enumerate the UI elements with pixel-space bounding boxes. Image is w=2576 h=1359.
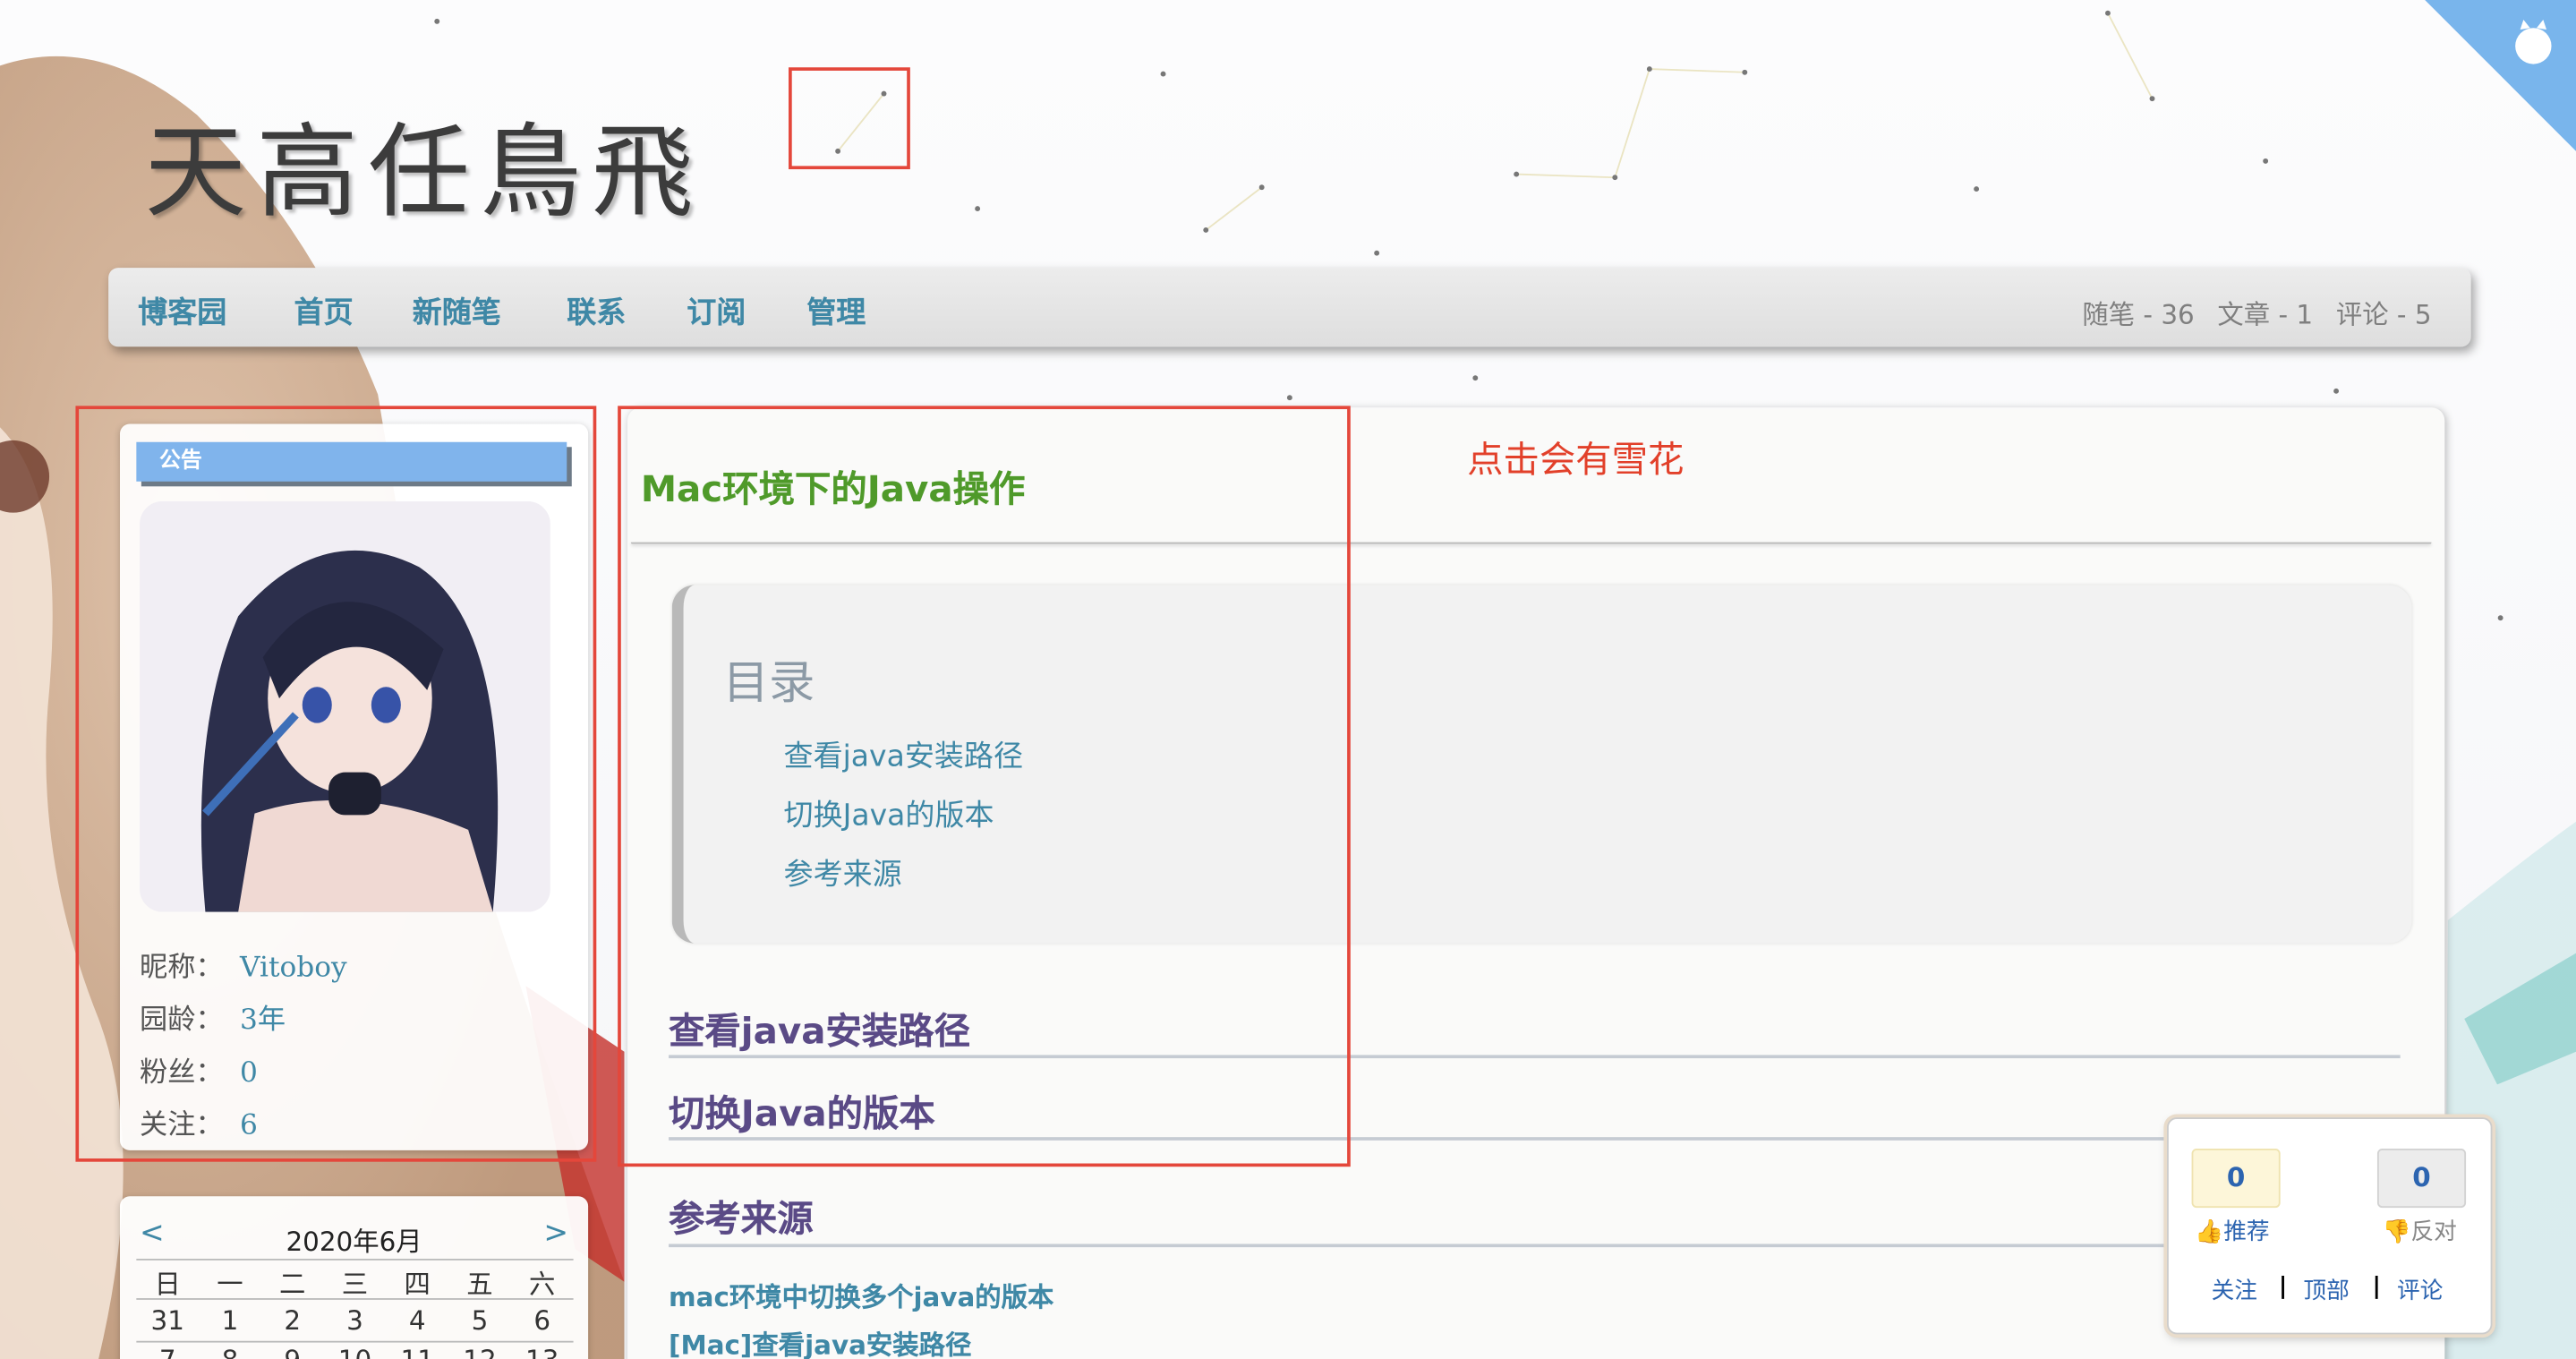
comment-button[interactable]: 评论: [2397, 1274, 2443, 1307]
annotation-text: 点击会有雪花: [1467, 440, 1685, 482]
title-divider: [630, 542, 2432, 544]
profile-following: 关注： 6: [140, 1101, 258, 1142]
calendar-day[interactable]: 1: [199, 1304, 261, 1336]
calendar-day[interactable]: 5: [448, 1304, 511, 1336]
separator: |: [2372, 1273, 2381, 1300]
calendar-divider: [136, 1298, 574, 1300]
profile-label: 园龄：: [140, 1004, 224, 1038]
reference-link[interactable]: [Mac]查看java安装路径: [669, 1323, 971, 1359]
weekday: 一: [217, 1269, 243, 1300]
nav-new-post[interactable]: 新随笔: [413, 289, 501, 332]
calendar-month: 2020年6月: [286, 1226, 422, 1258]
github-corner-icon[interactable]: [2425, 0, 2576, 151]
vote-widget: 0 0 👍推荐 👎反对 关注 | 顶部 | 评论: [2167, 1117, 2493, 1335]
section-divider: [669, 1055, 2401, 1059]
stat-posts: 随笔 - 36: [2082, 299, 2195, 330]
section-divider: [669, 1137, 2401, 1141]
toc-link-switch-version[interactable]: 切换Java的版本: [784, 792, 994, 835]
separator: |: [2278, 1273, 2288, 1300]
calendar-divider: [136, 1340, 574, 1343]
calendar-day[interactable]: 9: [261, 1344, 324, 1359]
calendar-day[interactable]: 31: [136, 1304, 199, 1336]
calendar: < 2020年6月 > 日 一 二 三 四 五 六 31 1 2 3 4 5 6…: [119, 1196, 589, 1359]
nav-subscribe[interactable]: 订阅: [687, 289, 746, 332]
profile-label: 粉丝：: [140, 1056, 224, 1090]
weekday: 六: [529, 1269, 556, 1300]
blog-stats: 随笔 - 36 文章 - 1 评论 - 5: [2082, 293, 2431, 332]
profile-fans: 粉丝： 0: [140, 1048, 258, 1090]
calendar-day[interactable]: 4: [386, 1304, 448, 1336]
back-to-top-button[interactable]: 顶部: [2303, 1274, 2349, 1307]
calendar-weekdays: 日 一 二 三 四 五 六: [136, 1262, 573, 1302]
profile-following-value[interactable]: 6: [240, 1109, 258, 1142]
weekday: 三: [341, 1269, 369, 1300]
section-heading-switch-version: 切换Java的版本: [669, 1094, 935, 1136]
section-heading-references: 参考来源: [669, 1199, 814, 1241]
weekday: 日: [154, 1269, 181, 1300]
profile-label: 关注：: [140, 1108, 224, 1142]
weekday: 五: [466, 1269, 493, 1300]
toc-title: 目录: [722, 655, 815, 710]
section-divider: [669, 1244, 2401, 1248]
downvote-count: 0: [2376, 1149, 2467, 1209]
profile-nickname-value[interactable]: Vitoboy: [240, 952, 347, 985]
profile-fans-value[interactable]: 0: [240, 1056, 258, 1090]
notice-header: 公告: [136, 441, 567, 482]
upvote-button[interactable]: 👍推荐: [2195, 1214, 2269, 1247]
thumbs-up-icon: 👍: [2195, 1218, 2224, 1246]
table-of-contents: 目录 查看java安装路径 切换Java的版本 参考来源: [671, 585, 2412, 944]
thumbs-down-icon: 👎: [2382, 1218, 2411, 1246]
calendar-next-button[interactable]: >: [543, 1216, 568, 1251]
calendar-divider: [136, 1258, 574, 1261]
section-heading-java-path: 查看java安装路径: [669, 1012, 971, 1054]
profile-label: 昵称：: [140, 951, 224, 985]
nav-cnblogs[interactable]: 博客园: [138, 289, 226, 332]
calendar-week: 31 1 2 3 4 5 6: [136, 1304, 573, 1336]
nav-admin[interactable]: 管理: [806, 289, 866, 332]
calendar-day[interactable]: 8: [199, 1344, 261, 1359]
upvote-count: 0: [2191, 1149, 2281, 1209]
downvote-label: 反对: [2410, 1218, 2457, 1246]
page: 天高任鳥飛 博客园 首页 新随笔 联系 订阅 管理 随笔 - 36 文章 - 1…: [0, 0, 2576, 1359]
calendar-week: 7 8 9 10 11 12 13: [136, 1344, 573, 1359]
stat-articles: 文章 - 1: [2217, 299, 2314, 330]
weekday: 二: [279, 1269, 306, 1300]
avatar[interactable]: [140, 500, 550, 912]
profile-nickname: 昵称： Vitoboy: [140, 944, 347, 985]
sidebar-notice-card: 公告 昵称： Vitoboy 园龄： 3年 粉丝： 0 关注： 6: [119, 423, 589, 1150]
blog-title[interactable]: 天高任鳥飛: [145, 89, 704, 236]
post-title[interactable]: Mac环境下的Java操作: [641, 460, 1026, 513]
calendar-day[interactable]: 3: [324, 1304, 387, 1336]
calendar-day[interactable]: 10: [324, 1344, 387, 1359]
nav-contact[interactable]: 联系: [567, 289, 626, 332]
downvote-button[interactable]: 👎反对: [2382, 1214, 2456, 1247]
calendar-day[interactable]: 12: [448, 1344, 511, 1359]
weekday: 四: [404, 1269, 431, 1300]
upvote-label: 推荐: [2223, 1218, 2270, 1246]
calendar-day[interactable]: 6: [511, 1304, 574, 1336]
profile-age: 园龄： 3年: [140, 996, 286, 1037]
reference-link[interactable]: mac环境中切换多个java的版本: [669, 1275, 1053, 1314]
calendar-day[interactable]: 7: [136, 1344, 199, 1359]
calendar-day[interactable]: 2: [261, 1304, 324, 1336]
navbar: 博客园 首页 新随笔 联系 订阅 管理 随笔 - 36 文章 - 1 评论 - …: [108, 268, 2471, 347]
toc-link-references[interactable]: 参考来源: [784, 851, 902, 894]
toc-link-java-path[interactable]: 查看java安装路径: [784, 733, 1023, 776]
profile-age-value[interactable]: 3年: [240, 1004, 286, 1037]
follow-button[interactable]: 关注: [2212, 1274, 2257, 1307]
calendar-day[interactable]: 13: [511, 1344, 574, 1359]
calendar-day[interactable]: 11: [386, 1344, 448, 1359]
stat-comments: 评论 - 5: [2335, 299, 2432, 330]
nav-home[interactable]: 首页: [294, 289, 354, 332]
